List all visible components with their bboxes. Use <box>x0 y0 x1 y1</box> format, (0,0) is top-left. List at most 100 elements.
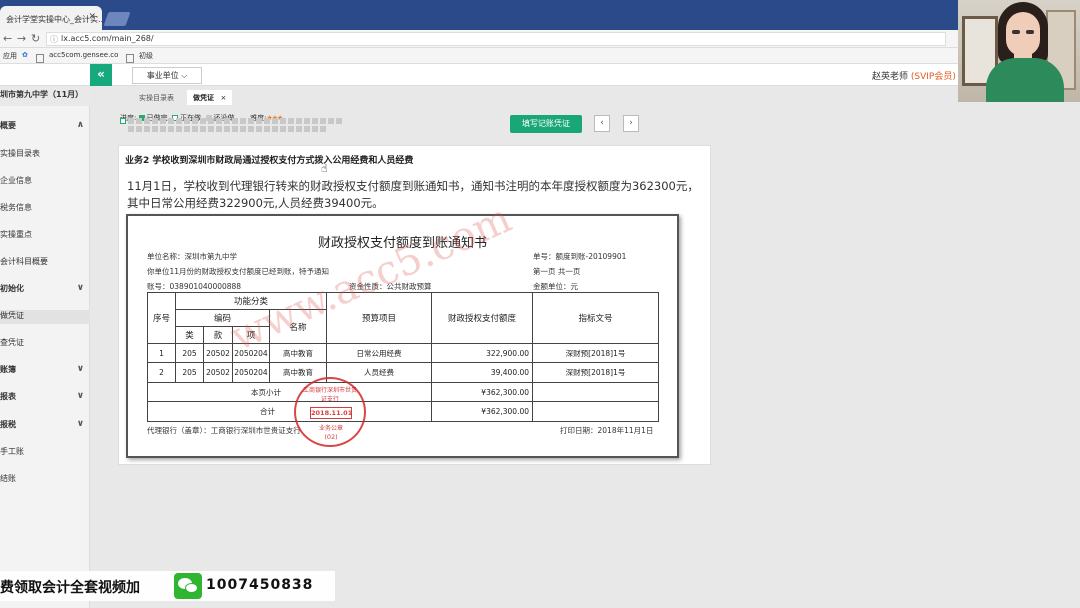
progress-cell[interactable] <box>160 118 166 124</box>
bookmark-apps[interactable]: 应用 <box>3 51 17 61</box>
progress-cell[interactable] <box>280 126 286 132</box>
progress-cell[interactable] <box>152 118 158 124</box>
progress-cell[interactable] <box>248 118 254 124</box>
progress-cell[interactable] <box>184 118 190 124</box>
progress-cell[interactable] <box>224 118 230 124</box>
progress-cell[interactable] <box>320 126 326 132</box>
progress-cell[interactable] <box>128 118 134 124</box>
progress-cell[interactable] <box>248 126 254 132</box>
progress-cell[interactable] <box>288 126 294 132</box>
progress-cell[interactable] <box>152 126 158 132</box>
progress-cell[interactable] <box>256 118 262 124</box>
sidebar-item[interactable]: 实操重点 <box>0 229 90 243</box>
header-quota: 财政授权支付额度 <box>431 292 534 344</box>
progress-cell[interactable] <box>240 126 246 132</box>
progress-cell[interactable] <box>312 118 318 124</box>
sidebar-item[interactable]: 查凭证 <box>0 337 90 351</box>
progress-cell[interactable] <box>144 118 150 124</box>
progress-cell[interactable] <box>312 126 318 132</box>
promo-banner: 费领取会计全套视频加 1007450838 <box>0 571 335 601</box>
prev-button[interactable]: ‹ <box>594 115 610 132</box>
sidebar-item[interactable]: 实操目录表 <box>0 148 90 162</box>
close-tab-icon[interactable]: ✕ <box>88 12 96 22</box>
unit-type-value: 事业单位 <box>146 71 179 80</box>
sidebar-item[interactable]: 企业信息 <box>0 175 90 189</box>
app-header: « 事业单位 ⌵ 赵英老师 (SVIP会员) <box>0 64 1080 86</box>
progress-cell[interactable] <box>216 126 222 132</box>
sidebar-item[interactable]: 概要 ∧ <box>0 120 90 134</box>
progress-cell[interactable] <box>304 126 310 132</box>
sidebar: 圳市第九中学（11月） 概要 ∧ 实操目录表 企业信息 税务信息 实操重点 会计科目概要 初始… <box>0 86 90 608</box>
webcam-body <box>986 58 1064 102</box>
sidebar-item[interactable]: 结账 <box>0 473 90 487</box>
progress-cell[interactable] <box>296 118 302 124</box>
progress-cell[interactable] <box>200 118 206 124</box>
progress-cell[interactable] <box>280 118 286 124</box>
header-lei: 类 <box>175 325 204 344</box>
progress-cell[interactable] <box>224 126 230 132</box>
tab-catalog[interactable]: 实操目录表 <box>133 90 180 105</box>
browser-tab[interactable]: 会计学堂实操中心_会计实... ✕ <box>0 6 102 30</box>
progress-cell[interactable] <box>184 126 190 132</box>
sidebar-item[interactable]: 会计科目概要 <box>0 256 90 270</box>
subtotal-value: ¥362,300.00 <box>431 381 534 403</box>
progress-cell[interactable] <box>192 118 198 124</box>
progress-cell[interactable] <box>168 118 174 124</box>
progress-cell[interactable] <box>288 118 294 124</box>
sidebar-item[interactable]: 做凭证 <box>0 310 90 324</box>
sidebar-item[interactable]: 税务信息 <box>0 202 90 216</box>
sidebar-item[interactable]: 账簿 ∨ <box>0 364 90 378</box>
progress-cell[interactable] <box>168 126 174 132</box>
progress-cell[interactable] <box>264 118 270 124</box>
progress-cell[interactable] <box>208 118 214 124</box>
forward-icon[interactable]: → <box>17 32 26 45</box>
bookmark-chuji[interactable]: 初级 <box>139 51 153 61</box>
progress-cell[interactable] <box>176 126 182 132</box>
progress-cell[interactable] <box>136 118 142 124</box>
progress-cell[interactable] <box>144 126 150 132</box>
chevron-down-icon: ∨ <box>76 419 84 429</box>
progress-cell[interactable] <box>232 118 238 124</box>
sidebar-item-label: 实操重点 <box>0 230 32 239</box>
total-row: 合计 ¥362,300.00 <box>146 401 660 422</box>
seal-bottom-text: 业务公章 <box>318 425 343 432</box>
progress-cell[interactable] <box>216 118 222 124</box>
progress-cell[interactable] <box>272 118 278 124</box>
new-tab-button[interactable] <box>103 12 131 26</box>
collapse-sidebar-button[interactable]: « <box>90 64 112 86</box>
unit-type-select[interactable]: 事业单位 ⌵ <box>132 67 202 84</box>
progress-cell[interactable] <box>336 118 342 124</box>
reload-icon[interactable]: ↻ <box>31 32 40 45</box>
progress-cell[interactable] <box>272 126 278 132</box>
next-button[interactable]: › <box>623 115 639 132</box>
progress-cell[interactable] <box>328 118 334 124</box>
progress-cell[interactable] <box>264 126 270 132</box>
progress-cell[interactable] <box>304 118 310 124</box>
progress-cell[interactable] <box>120 118 126 124</box>
user-info: 赵英老师 (SVIP会员) <box>872 69 956 82</box>
url-input[interactable]: ⓘ lx.acc5.com/main_268/ <box>46 32 946 46</box>
progress-cell[interactable] <box>136 126 142 132</box>
sidebar-item[interactable]: 手工账 <box>0 446 90 460</box>
progress-cell[interactable] <box>208 126 214 132</box>
progress-cell[interactable] <box>256 126 262 132</box>
sidebar-item[interactable]: 报表 ∨ <box>0 391 90 405</box>
row-seq: 2 <box>147 362 176 383</box>
close-tab-icon[interactable]: × <box>220 94 226 102</box>
progress-cell[interactable] <box>240 118 246 124</box>
progress-cell[interactable] <box>200 126 206 132</box>
bookmark-gensee[interactable]: acc5com.gensee.co <box>49 51 118 59</box>
progress-cell[interactable] <box>176 118 182 124</box>
sidebar-item[interactable]: 初始化 ∨ <box>0 283 90 297</box>
write-voucher-button[interactable]: 填写记账凭证 <box>510 115 582 133</box>
progress-cell[interactable] <box>192 126 198 132</box>
progress-cell[interactable] <box>128 126 134 132</box>
progress-cell[interactable] <box>296 126 302 132</box>
progress-cell[interactable] <box>320 118 326 124</box>
progress-cell[interactable] <box>232 126 238 132</box>
progress-cell[interactable] <box>160 126 166 132</box>
tab-make-voucher[interactable]: 做凭证 × <box>187 90 233 105</box>
sidebar-item[interactable]: 报税 ∨ <box>0 419 90 433</box>
subtotal-row: 本页小计 ¥362,300.00 <box>146 381 660 403</box>
back-icon[interactable]: ← <box>3 32 12 45</box>
